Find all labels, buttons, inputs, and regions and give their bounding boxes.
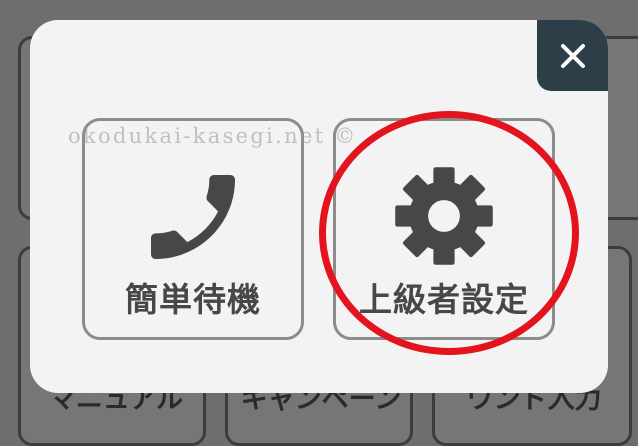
advanced-settings-button[interactable]: 上級者設定: [333, 118, 555, 340]
gear-icon: [395, 167, 493, 265]
close-icon: [560, 43, 585, 68]
close-button[interactable]: [537, 20, 608, 91]
easy-standby-label: 簡単待機: [125, 280, 261, 319]
easy-standby-button[interactable]: 簡単待機: [82, 118, 304, 340]
advanced-settings-label: 上級者設定: [359, 280, 529, 319]
phone-icon: [151, 175, 235, 259]
